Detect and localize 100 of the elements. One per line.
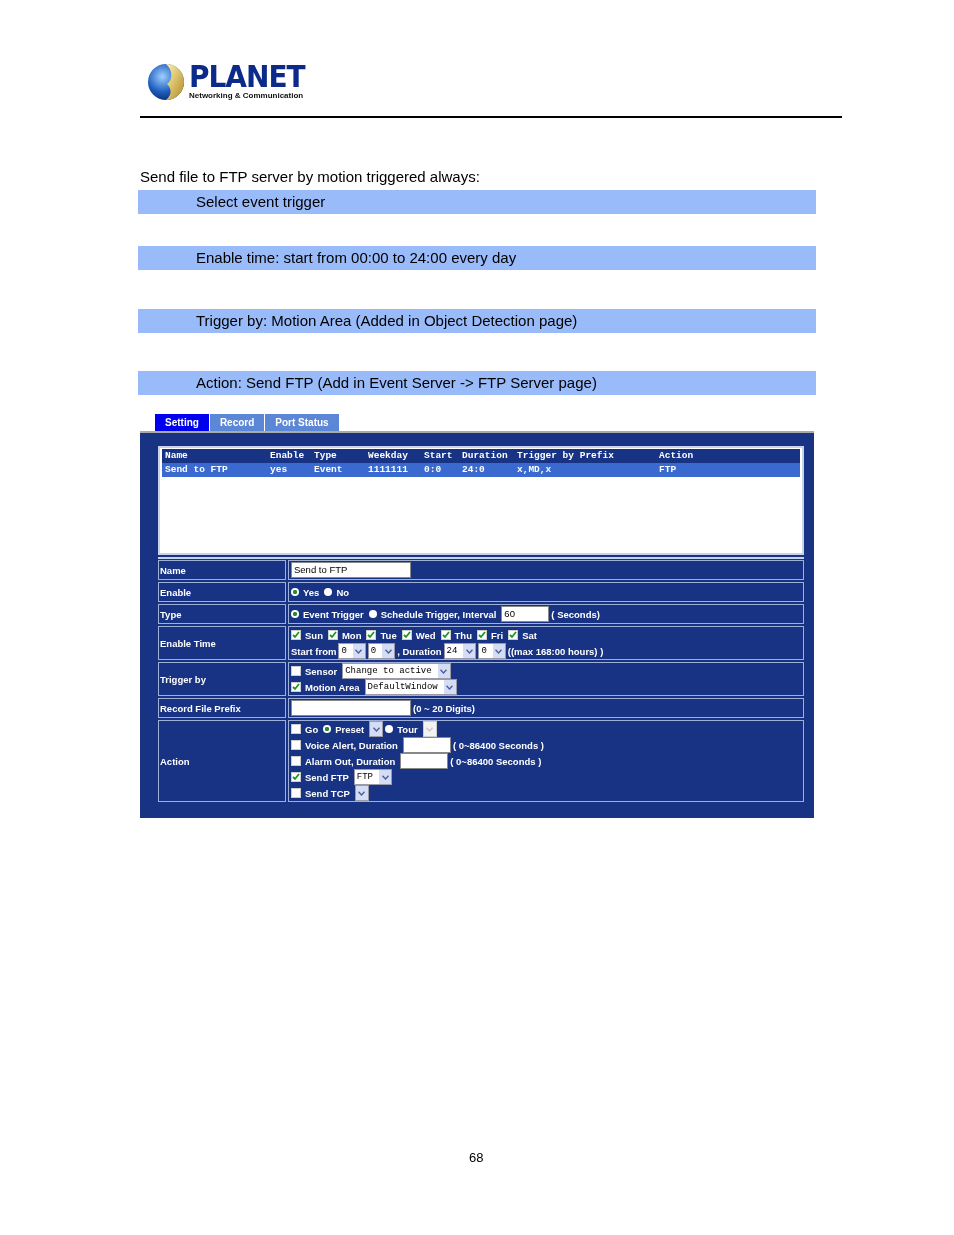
list-cell-text: 1111111 — [368, 463, 409, 477]
checkbox[interactable] — [291, 666, 301, 676]
radio-button[interactable] — [368, 610, 377, 618]
checkbox[interactable] — [291, 724, 301, 734]
brand-name: PLANET — [189, 61, 305, 93]
radio-label: Event Trigger — [303, 608, 364, 620]
checkbox-label: Fri — [491, 629, 504, 641]
checkbox-label: Thu — [454, 629, 472, 641]
step-banner: Select event trigger — [138, 190, 816, 214]
radio-label: No — [336, 586, 350, 598]
radio-button[interactable] — [291, 588, 299, 596]
tab[interactable]: Record — [209, 414, 266, 431]
text-field[interactable] — [291, 700, 411, 716]
column-header: Weekday — [368, 449, 409, 463]
hint-text: , Duration — [397, 645, 442, 657]
dropdown[interactable]: 24 — [443, 643, 477, 659]
radio-label: Yes — [303, 586, 320, 598]
radio-label: Tour — [397, 723, 418, 735]
brand-tagline: Networking & Communication — [189, 91, 305, 101]
column-header: Trigger by Prefix — [517, 449, 615, 463]
field-label: Type — [158, 604, 286, 624]
dropdown[interactable]: 0 — [478, 643, 506, 659]
radio-button[interactable] — [385, 725, 394, 733]
checkbox[interactable] — [291, 772, 301, 782]
hint-text: Start from — [291, 645, 337, 657]
chevron-down-icon — [465, 648, 473, 654]
hint-text: ((max 168:00 hours) ) — [507, 645, 604, 657]
dropdown[interactable]: 0 — [338, 643, 366, 659]
dropdown[interactable]: FTP — [353, 769, 392, 785]
checkbox-label: Motion Area — [305, 681, 360, 693]
list-cell-text: Send to FTP — [165, 463, 229, 477]
hint-text: ( 0~86400 Seconds ) — [450, 755, 542, 767]
checkbox[interactable] — [327, 630, 338, 640]
page-number: 68 — [469, 1150, 485, 1165]
column-header: Enable — [270, 449, 306, 463]
dropdown[interactable]: 0 — [367, 643, 396, 659]
step-banner: Trigger by: Motion Area (Added in Object Detection page) — [138, 309, 816, 333]
checkbox[interactable] — [291, 756, 301, 766]
tab[interactable]: Port Status — [265, 414, 340, 431]
text-field[interactable] — [402, 737, 451, 753]
chevron-down-icon — [372, 726, 380, 732]
dropdown[interactable]: Change to active — [342, 663, 451, 679]
list-cell-text: x,MD,x — [517, 463, 553, 477]
checkbox[interactable] — [440, 630, 451, 640]
checkbox[interactable] — [401, 630, 412, 640]
dropdown[interactable]: DefaultWindow — [364, 679, 457, 695]
step-banner: Action: Send FTP (Add in Event Server -> FTP Server page) — [138, 371, 816, 395]
list-cell-text: FTP — [659, 463, 678, 477]
radio-label: Preset — [335, 723, 365, 735]
chevron-down-icon — [355, 648, 363, 654]
radio-button[interactable] — [291, 610, 299, 618]
chevron-down-icon — [446, 684, 454, 690]
list-row[interactable]: Send to FTP yes Event 1111111 0:0 24:0 x,MD,x FTP — [162, 463, 800, 477]
checkbox-label: Sat — [522, 629, 537, 641]
checkbox-label: Go — [305, 723, 319, 735]
field-label: Action — [158, 720, 286, 802]
checkbox-label: Tue — [380, 629, 397, 641]
radio-label: Schedule Trigger, Interval — [380, 608, 497, 620]
step-banner: Enable time: start from 00:00 to 24:00 every day — [138, 246, 816, 270]
checkbox-label: Send FTP — [305, 771, 349, 783]
list-cell-text: 24:0 — [462, 463, 486, 477]
checkbox[interactable] — [291, 630, 301, 640]
hint-text: (0 ~ 20 Digits) — [413, 702, 476, 714]
checkbox[interactable] — [366, 630, 377, 640]
field-label: Enable — [158, 582, 286, 602]
checkbox[interactable] — [291, 788, 301, 798]
column-header: Start — [424, 449, 454, 463]
chevron-down-icon — [358, 790, 366, 796]
checkbox-label: Send TCP — [305, 787, 350, 799]
intro-text: Send file to FTP server by motion triggered always: — [140, 168, 481, 186]
checkbox-label: Sensor — [305, 665, 338, 677]
checkbox[interactable] — [477, 630, 487, 640]
radio-button[interactable] — [324, 588, 333, 596]
radio-button[interactable] — [323, 725, 332, 733]
dropdown[interactable] — [354, 785, 369, 801]
text-field[interactable]: Send to FTP — [291, 562, 411, 578]
field-label: Name — [158, 560, 286, 580]
text-field[interactable]: 60 — [501, 606, 550, 622]
checkbox[interactable] — [508, 630, 519, 640]
column-header: Type — [314, 449, 338, 463]
field-label: Trigger by — [158, 662, 286, 696]
list-cell-text: 0:0 — [424, 463, 443, 477]
checkbox[interactable] — [291, 682, 301, 692]
text-field[interactable] — [400, 753, 449, 769]
globe-logo-icon — [147, 62, 185, 102]
tab[interactable]: Setting — [155, 414, 210, 431]
checkbox-label: Voice Alert, Duration — [305, 739, 398, 751]
checkbox-label: Wed — [415, 629, 436, 641]
checkbox-label: Mon — [341, 629, 362, 641]
hint-text: ( Seconds) — [551, 608, 600, 620]
list-cell-text: Event — [314, 463, 344, 477]
chevron-down-icon — [426, 726, 434, 732]
chevron-down-icon — [440, 668, 448, 674]
hint-text: ( 0~86400 Seconds ) — [452, 739, 544, 751]
checkbox[interactable] — [291, 740, 301, 750]
column-header: Action — [659, 449, 695, 463]
checkbox-label: Alarm Out, Duration — [305, 755, 396, 767]
column-header: Duration — [462, 449, 509, 463]
field-label: Enable Time — [158, 626, 286, 660]
dropdown[interactable] — [369, 721, 384, 737]
